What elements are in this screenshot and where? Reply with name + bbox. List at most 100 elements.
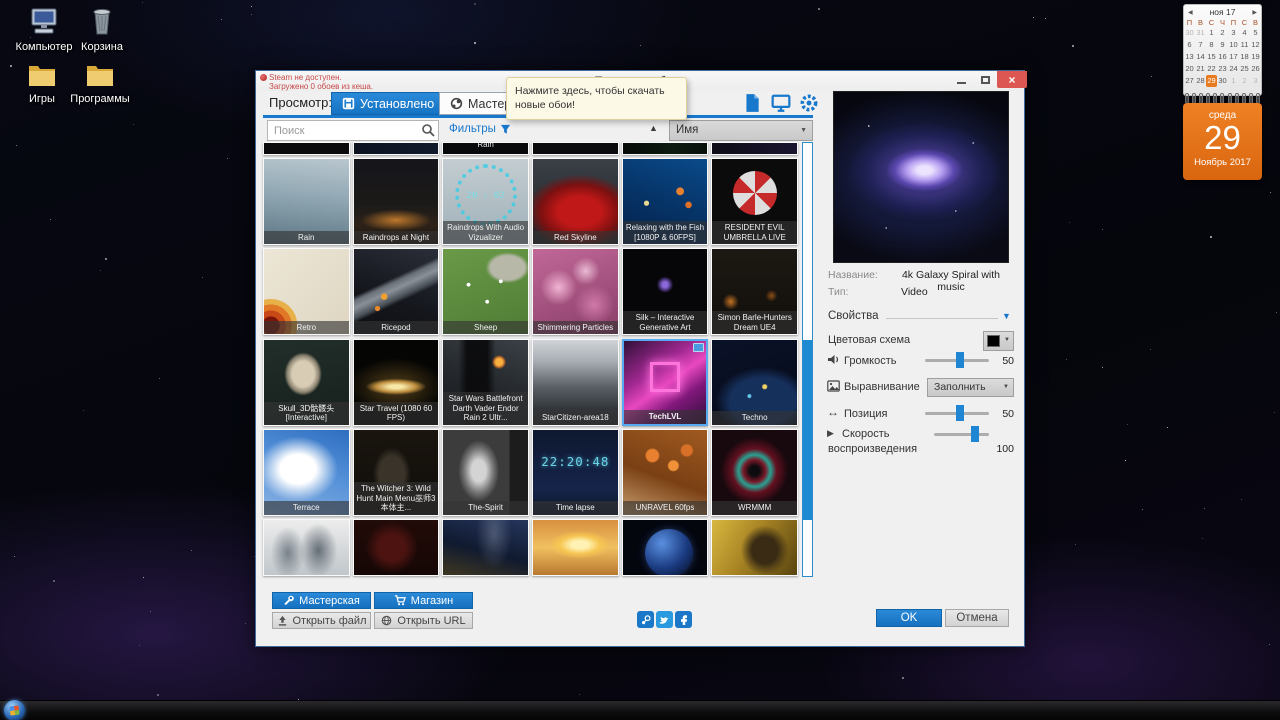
calendar-day[interactable]: 9 (1217, 39, 1228, 51)
calendar-day[interactable]: 1 (1228, 75, 1239, 87)
calendar-day[interactable]: 25 (1239, 63, 1250, 75)
volume-slider[interactable] (925, 352, 989, 368)
wallpaper-tile[interactable]: WRMMM (711, 428, 798, 516)
calendar-day[interactable]: 3 (1228, 27, 1239, 39)
speed-slider-thumb[interactable] (970, 426, 979, 442)
wallpaper-tile[interactable]: Skull_3D骷髅头 [Interactive] (263, 338, 350, 426)
calendar-day[interactable]: 31 (1195, 27, 1206, 39)
wallpaper-tile[interactable] (352, 518, 440, 576)
wallpaper-tile[interactable]: Terrace (263, 428, 350, 516)
calendar-day[interactable]: 2 (1239, 75, 1250, 87)
sort-ascending-button[interactable]: ▲ (649, 123, 658, 133)
wallpaper-tile[interactable] (532, 518, 619, 576)
alignment-dropdown[interactable]: Заполнить ▼ (927, 378, 1014, 397)
position-slider-thumb[interactable] (956, 405, 965, 421)
file-icon[interactable] (743, 93, 763, 113)
wallpaper-tile[interactable]: UNRAVEL 60fps (621, 428, 709, 516)
wallpaper-tile[interactable]: 22:20:48 Time lapse (532, 428, 619, 516)
search-input[interactable] (267, 120, 439, 141)
calendar-day-selected[interactable]: 29 (1206, 75, 1217, 87)
wallpaper-tile-selected[interactable]: TechLVL (621, 338, 709, 426)
calendar-day[interactable]: 27 (1184, 75, 1195, 87)
wallpaper-tile[interactable]: Red Skyline (532, 158, 619, 246)
calendar-day[interactable]: 26 (1250, 63, 1261, 75)
calendar-day[interactable]: 1 (1206, 27, 1217, 39)
wallpaper-tile[interactable]: Star Wars Battlefront Darth Vader Endor … (442, 338, 529, 426)
minimize-button[interactable] (950, 71, 972, 88)
calendar-day[interactable]: 5 (1250, 27, 1261, 39)
open-url-button[interactable]: Открыть URL (374, 612, 473, 629)
wallpaper-tile[interactable]: Rain (442, 142, 529, 155)
calendar-day[interactable]: 24 (1228, 63, 1239, 75)
calendar-day[interactable]: 19 (1250, 51, 1261, 63)
desktop-icon-recycle-bin[interactable]: Корзина (60, 6, 144, 53)
calendar-day[interactable]: 13 (1184, 51, 1195, 63)
wallpaper-tile[interactable]: Retro (263, 248, 350, 336)
sort-by-dropdown[interactable]: Имя ▼ (669, 120, 813, 141)
speed-slider[interactable] (934, 426, 989, 442)
monitor-icon[interactable] (771, 93, 791, 113)
wallpaper-tile[interactable]: Star Travel (1080 60 FPS) (352, 338, 440, 426)
volume-slider-thumb[interactable] (956, 352, 965, 368)
properties-collapse-icon[interactable]: ▼ (1002, 311, 1011, 321)
wallpaper-tile[interactable] (711, 518, 798, 576)
calendar-day[interactable]: 17 (1228, 51, 1239, 63)
wallpaper-tile[interactable]: Silk – Interactive Generative Art (621, 248, 709, 336)
facebook-icon[interactable] (675, 611, 692, 628)
wallpaper-tile[interactable] (263, 142, 350, 155)
calendar-day[interactable]: 6 (1184, 39, 1195, 51)
calendar-day[interactable]: 11 (1239, 39, 1250, 51)
wallpaper-tile[interactable] (621, 518, 709, 576)
calendar-day[interactable]: 3 (1250, 75, 1261, 87)
calendar-day[interactable]: 12 (1250, 39, 1261, 51)
wallpaper-tile[interactable] (352, 142, 440, 155)
tab-installed[interactable]: Установлено (331, 92, 446, 115)
calendar-prev-icon[interactable]: ◀ (1188, 9, 1193, 16)
wallpaper-tile[interactable]: Sheep (442, 248, 529, 336)
gear-icon[interactable] (799, 93, 819, 113)
calendar-day[interactable]: 14 (1195, 51, 1206, 63)
workshop-button[interactable]: Мастерская (272, 592, 371, 609)
ok-button[interactable]: OK (876, 609, 942, 627)
color-scheme-dropdown[interactable]: ▼ (983, 331, 1014, 351)
wallpaper-tile[interactable]: Simon Barle-Hunters Dream UE4 (711, 248, 798, 336)
calendar-day[interactable]: 21 (1195, 63, 1206, 75)
calendar-day[interactable]: 30 (1184, 27, 1195, 39)
wallpaper-tile[interactable]: Rain (263, 158, 350, 246)
open-file-button[interactable]: Открыть файл (272, 612, 371, 629)
wallpaper-tile[interactable] (621, 142, 709, 155)
calendar-day[interactable]: 7 (1195, 39, 1206, 51)
wallpaper-tile[interactable] (532, 142, 619, 155)
wallpaper-tile[interactable]: The Witcher 3: Wild Hunt Main Menu巫师3本体主… (352, 428, 440, 516)
wallpaper-tile[interactable]: Ricepod (352, 248, 440, 336)
calendar-day[interactable]: 23 (1217, 63, 1228, 75)
twitter-icon[interactable] (656, 611, 673, 628)
close-button[interactable]: × (997, 71, 1027, 88)
scrollbar-thumb[interactable] (803, 340, 812, 520)
store-button[interactable]: Магазин (374, 592, 473, 609)
calendar-day[interactable]: 22 (1206, 63, 1217, 75)
steam-social-icon[interactable] (637, 611, 654, 628)
calendar-day[interactable]: 10 (1228, 39, 1239, 51)
wallpaper-tile[interactable] (442, 518, 529, 576)
wallpaper-tile[interactable]: Raindrops at Night (352, 158, 440, 246)
wallpaper-tile[interactable]: Techno (711, 338, 798, 426)
calendar-day[interactable]: 18 (1239, 51, 1250, 63)
calendar-day[interactable]: 4 (1239, 27, 1250, 39)
calendar-next-icon[interactable]: ▶ (1252, 9, 1257, 16)
calendar-day[interactable]: 20 (1184, 63, 1195, 75)
wallpaper-tile[interactable]: StarCitizen-area18 (532, 338, 619, 426)
wallpaper-tile[interactable]: Shimmering Particles (532, 248, 619, 336)
calendar-day[interactable]: 15 (1206, 51, 1217, 63)
wallpaper-tile[interactable] (711, 142, 798, 155)
position-slider[interactable] (925, 405, 989, 421)
grid-scrollbar[interactable] (802, 142, 813, 577)
maximize-button[interactable] (974, 71, 996, 88)
wallpaper-tile[interactable]: Relaxing with the Fish [1080P & 60FPS] (621, 158, 709, 246)
start-button[interactable] (4, 700, 25, 720)
calendar-day[interactable]: 8 (1206, 39, 1217, 51)
calendar-day[interactable]: 30 (1217, 75, 1228, 87)
desktop-icon-programs[interactable]: Программы (58, 60, 142, 105)
wallpaper-tile[interactable] (263, 518, 350, 576)
filters-link[interactable]: Фильтры (449, 123, 511, 135)
